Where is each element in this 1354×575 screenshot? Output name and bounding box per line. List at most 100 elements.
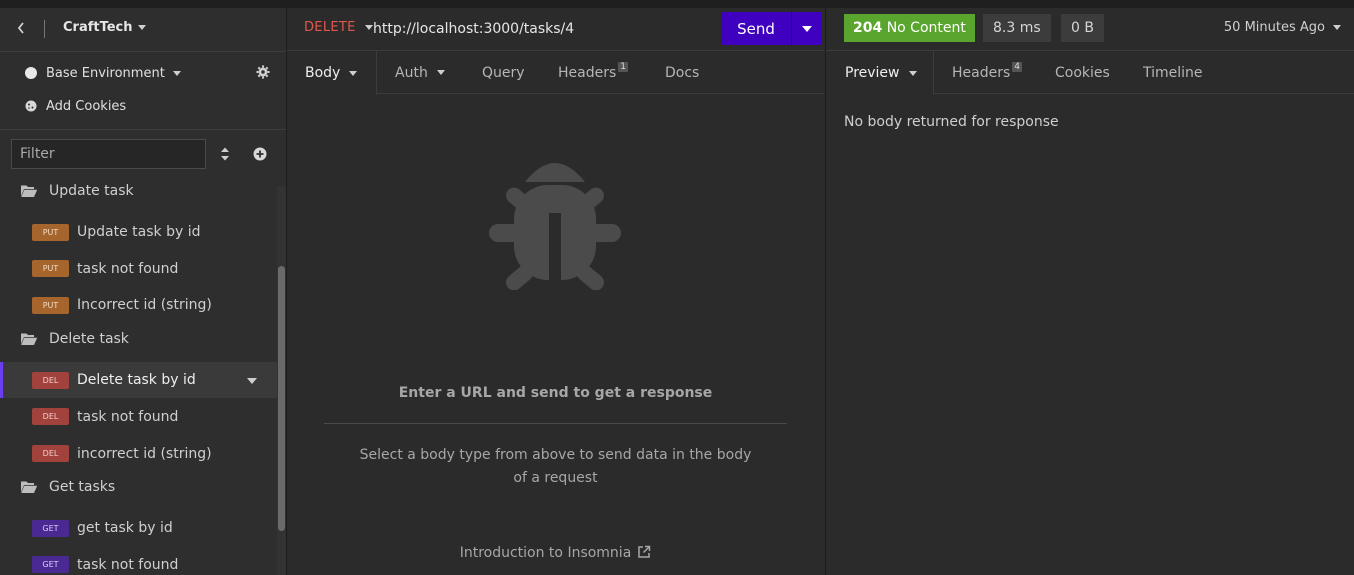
method-label: DELETE xyxy=(304,20,356,35)
introduction-link-label: Introduction to Insomnia xyxy=(459,545,632,561)
request-item[interactable]: PUT Update task by id xyxy=(0,214,279,250)
request-item[interactable]: DEL task not found xyxy=(0,399,279,435)
method-badge: GET xyxy=(32,519,69,537)
response-time-badge: 8.3 ms xyxy=(983,14,1051,42)
folder-label: Update task xyxy=(49,183,134,199)
workspace-name: CraftTech xyxy=(63,20,133,35)
method-badge: PUT xyxy=(32,223,69,241)
add-cookies-button[interactable]: Add Cookies xyxy=(25,97,126,115)
response-headers-count-badge: 4 xyxy=(1012,61,1023,72)
url-bar: DELETE Send xyxy=(287,8,824,51)
sort-icon[interactable] xyxy=(219,146,231,162)
history-dropdown[interactable]: 50 Minutes Ago xyxy=(1224,20,1341,35)
request-label: Incorrect id (string) xyxy=(77,297,212,314)
method-badge: GET xyxy=(32,556,69,574)
folder-item[interactable]: Update task xyxy=(0,178,279,206)
request-item[interactable]: GET task not found xyxy=(0,547,279,575)
chevron-down-icon xyxy=(172,70,181,76)
tab-headers-label: Headers xyxy=(558,64,617,81)
empty-state-description: Select a body type from above to send da… xyxy=(359,447,752,486)
folder-open-icon xyxy=(21,333,38,346)
request-item[interactable]: PUT Incorrect id (string) xyxy=(0,287,279,323)
chevron-down-icon xyxy=(349,70,358,76)
response-tabs: Preview Headers 4 Cookies Timeline xyxy=(826,51,1354,95)
back-chevron-icon[interactable] xyxy=(16,20,32,38)
chevron-down-icon xyxy=(436,70,445,75)
method-badge: DEL xyxy=(32,371,69,389)
send-button[interactable]: Send xyxy=(721,12,791,45)
folder-item[interactable]: Get tasks xyxy=(0,472,279,502)
tab-auth[interactable]: Auth xyxy=(395,51,445,94)
introduction-link[interactable]: Introduction to Insomnia xyxy=(287,545,824,561)
url-input[interactable] xyxy=(373,19,703,39)
tab-cookies[interactable]: Cookies xyxy=(1055,51,1110,94)
tab-timeline[interactable]: Timeline xyxy=(1143,51,1203,94)
environment-label: Base Environment xyxy=(46,65,165,81)
tab-response-headers[interactable]: Headers 4 xyxy=(952,51,1023,94)
chevron-down-icon xyxy=(908,70,917,76)
tab-headers[interactable]: Headers 1 xyxy=(558,51,629,94)
request-item[interactable]: DEL Delete task by id xyxy=(0,362,279,399)
sidebar: CraftTech Base Environment Add Cookies U… xyxy=(0,8,287,575)
tab-query[interactable]: Query xyxy=(482,51,525,94)
tab-preview-label: Preview xyxy=(845,65,900,81)
chevron-down-icon xyxy=(1333,25,1341,30)
status-text: No Content xyxy=(886,20,966,36)
request-label: task not found xyxy=(77,260,179,277)
empty-state-title: Enter a URL and send to get a response xyxy=(398,385,713,401)
tab-timeline-label: Timeline xyxy=(1143,64,1203,81)
folder-item[interactable]: Delete task xyxy=(0,324,279,354)
divider xyxy=(324,423,787,424)
tab-response-headers-label: Headers xyxy=(952,64,1011,81)
tab-preview[interactable]: Preview xyxy=(826,51,934,95)
request-tree: Update task PUT Update task by id PUT task n… xyxy=(0,178,279,575)
request-label: get task by id xyxy=(77,520,173,537)
add-cookies-label: Add Cookies xyxy=(46,98,127,114)
request-label: task not found xyxy=(77,556,179,573)
request-label: Update task by id xyxy=(77,224,201,240)
workspace-header: CraftTech xyxy=(0,8,286,52)
tab-cookies-label: Cookies xyxy=(1055,64,1110,81)
method-badge: PUT xyxy=(32,260,69,278)
chevron-down-icon[interactable] xyxy=(247,378,257,385)
method-badge: DEL xyxy=(32,408,69,426)
folder-open-icon xyxy=(21,185,38,197)
request-item[interactable]: GET get task by id xyxy=(0,510,279,546)
folder-label: Delete task xyxy=(49,331,129,348)
method-selector[interactable]: DELETE xyxy=(304,20,373,35)
request-label: Delete task by id xyxy=(77,372,196,389)
environment-selector[interactable]: Base Environment xyxy=(25,64,181,82)
request-label: task not found xyxy=(77,408,179,425)
tab-docs[interactable]: Docs xyxy=(665,51,699,94)
response-size-badge: 0 B xyxy=(1061,14,1104,42)
request-item[interactable]: PUT task not found xyxy=(0,251,279,287)
status-badge: 204 No Content xyxy=(844,14,975,42)
headers-count-badge: 1 xyxy=(618,61,629,72)
response-body-text: No body returned for response xyxy=(844,114,1059,130)
response-pane: 204 No Content 8.3 ms 0 B 50 Minutes Ago… xyxy=(825,8,1354,575)
folder-open-icon xyxy=(21,481,38,494)
status-code: 204 xyxy=(853,20,883,36)
chevron-down-icon xyxy=(364,25,373,30)
request-pane: DELETE Send Body Auth Query Headers1 Doc… xyxy=(287,8,824,575)
filter-input[interactable] xyxy=(11,139,206,169)
send-options-dropdown[interactable] xyxy=(791,12,821,45)
request-item[interactable]: DEL incorrect id (string) xyxy=(0,436,279,472)
gear-icon[interactable] xyxy=(256,65,272,81)
window-top-strip xyxy=(0,0,1354,8)
environment-color-dot xyxy=(25,67,37,79)
tab-body-label: Body xyxy=(305,65,341,81)
tab-docs-label: Docs xyxy=(665,64,700,81)
external-link-icon xyxy=(638,545,651,558)
folder-label: Get tasks xyxy=(49,479,116,496)
tab-auth-label: Auth xyxy=(395,64,428,81)
request-tabs: Body Auth Query Headers 1 Docs xyxy=(287,51,824,95)
sidebar-scrollbar-thumb[interactable] xyxy=(278,266,285,531)
add-circle-icon[interactable] xyxy=(253,147,267,161)
tab-body[interactable]: Body xyxy=(287,51,377,95)
tab-query-label: Query xyxy=(482,64,525,81)
chevron-down-icon xyxy=(802,26,812,32)
workspace-name-dropdown[interactable]: CraftTech xyxy=(63,20,146,35)
header-separator xyxy=(44,20,45,38)
response-status-bar: 204 No Content 8.3 ms 0 B 50 Minutes Ago xyxy=(826,8,1354,51)
